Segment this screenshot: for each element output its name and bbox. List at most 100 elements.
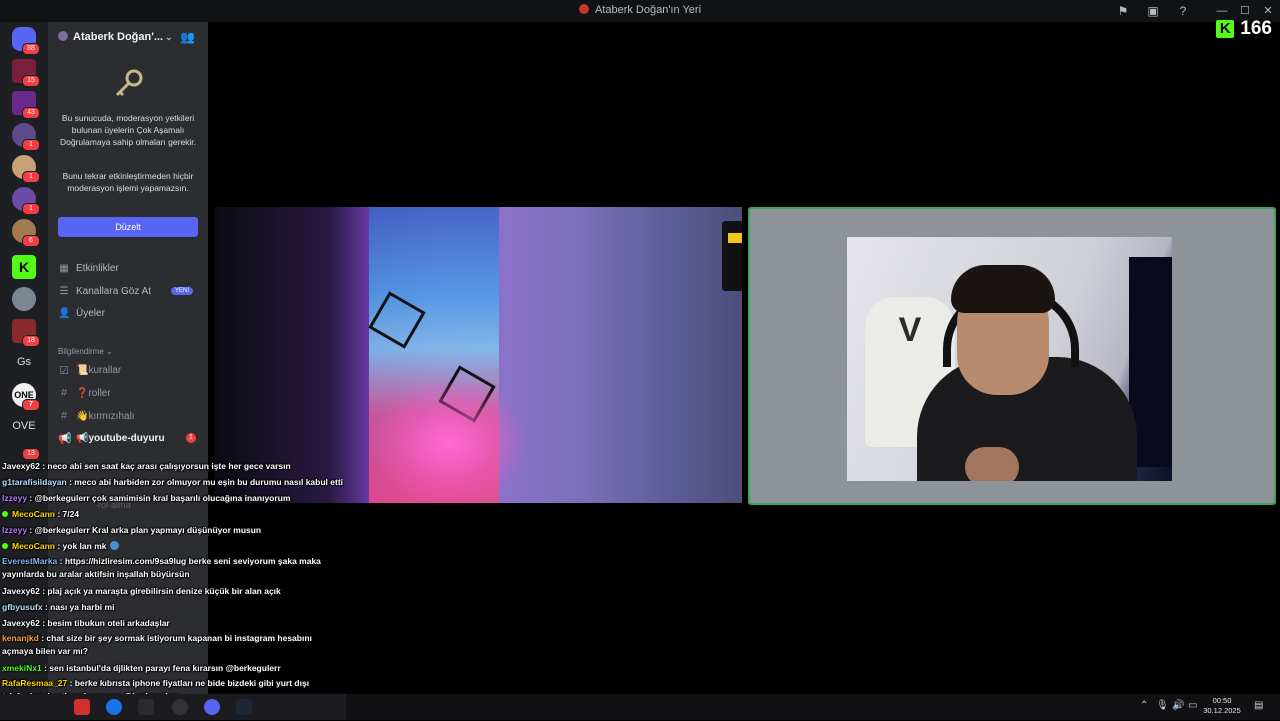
server-icon[interactable]: 1 (12, 187, 40, 215)
server-icon[interactable]: 13 (12, 432, 40, 460)
chat-message: MecoCann : 7/24 (2, 506, 342, 522)
channel-red-carpet[interactable]: # 👋kırmızıhalı (58, 408, 135, 424)
chat-text: : chat size bir şey sormak istiyorum kap… (2, 633, 312, 656)
chat-username[interactable]: RafaResmaa_27 (2, 678, 67, 688)
kick-logo-icon: K (1216, 20, 1235, 38)
nav-label: Etkinlikler (76, 262, 119, 274)
chat-message: EverestMarka : https://hizliresim.com/9s… (2, 555, 342, 581)
clock[interactable]: 00:50 30.12.2025 (1198, 696, 1246, 716)
server-icon[interactable]: 1 (12, 155, 40, 183)
person-hand (965, 447, 1019, 481)
notification-icon[interactable]: ▤ (1254, 700, 1263, 711)
help-icon[interactable]: ? (1176, 4, 1190, 18)
badge: 43 (22, 107, 40, 119)
server-icon[interactable]: 43 (12, 91, 40, 119)
stream-chat-overlay: Javexy62 : neco abi sen saat kaç arası ç… (2, 458, 344, 721)
category-header[interactable]: Bilgilendirme ⌄ (58, 347, 113, 356)
title-bar: Ataberk Doğan'ın Yeri ⚑ ▣ ? — ☐ ✕ (0, 0, 1280, 22)
server-name: Ataberk Doğan'... (73, 31, 164, 43)
volume-icon[interactable]: 🔊 (1172, 700, 1184, 711)
nav-browse-channels[interactable]: ☰ Kanallara Göz At YENİ (58, 283, 194, 299)
chat-username[interactable]: gfbyusufx (2, 602, 43, 612)
app-icon[interactable] (138, 699, 154, 715)
window-title-text: Ataberk Doğan'ın Yeri (594, 4, 702, 16)
chat-username[interactable]: Javexy62 (2, 618, 40, 628)
chat-username[interactable]: kenanjkd (2, 633, 39, 643)
poster (722, 221, 742, 291)
server-icon[interactable]: 18 (12, 319, 40, 347)
server-gs[interactable]: Gs (10, 356, 38, 368)
hash-icon: # (60, 410, 68, 422)
nav-events[interactable]: ▦ Etkinlikler (58, 260, 119, 276)
chat-text: : meco abi harbiden zor olmuyor mu eşin … (66, 477, 344, 487)
mfa-notice: Bu sunucuda, moderasyon yetkileri buluna… (59, 113, 197, 147)
unread-badge: 1 (186, 433, 196, 443)
edit-button[interactable]: Düzelt (58, 217, 198, 237)
server-icon[interactable]: 6 (12, 219, 40, 247)
microphone-icon[interactable]: 🎙 (1156, 700, 1169, 711)
channel-roles[interactable]: # ❓roller (58, 385, 111, 401)
badge: 88 (22, 43, 40, 55)
chat-username[interactable]: g1tarafisildayan (2, 477, 67, 487)
badge-icon (2, 511, 8, 517)
calendar-icon: ▦ (59, 262, 69, 274)
server-logo-icon (578, 4, 589, 14)
chat-message: Izzeyy : @berkegulerr Kral arka plan yap… (2, 522, 342, 538)
channel-rules[interactable]: ☑ 📜kurallar (58, 362, 121, 378)
minimize-button[interactable]: — (1212, 3, 1232, 19)
chat-message: Javexy62 : plaj açık ya maraşta girebili… (2, 583, 342, 599)
channel-youtube-announcements[interactable]: 📢 📢youtube-duyuru (58, 430, 165, 446)
chat-username[interactable]: Javexy62 (2, 586, 40, 596)
chat-message: xmekiNx1 : sen istanbul'da djlikten para… (2, 660, 342, 676)
chat-text: : neco abi sen saat kaç arası çalışıyors… (39, 461, 291, 471)
badge: 1 (22, 203, 40, 215)
nav-members[interactable]: 👤 Üyeler (58, 305, 105, 321)
taskbar: ⌃ 🎙 🔊 ▭ 00:50 30.12.2025 ▤ (0, 694, 1280, 720)
invite-user-icon[interactable]: 👥 (180, 30, 195, 44)
video-tile-camera[interactable]: V (748, 207, 1276, 505)
direct-messages-icon[interactable]: 88 (12, 27, 40, 55)
viewer-count: 166 (1240, 18, 1272, 39)
close-button[interactable]: ✕ (1258, 3, 1278, 19)
chat-text: : @berkegulerr Kral arka plan yapmayı dü… (27, 525, 262, 535)
browser-icon[interactable] (106, 699, 122, 715)
category-label: Bilgilendirme (58, 347, 104, 356)
steam-icon[interactable] (236, 699, 252, 715)
window-title: Ataberk Doğan'ın Yeri (0, 4, 1280, 16)
badge: 7 (22, 399, 40, 411)
inbox-icon[interactable]: ▣ (1146, 4, 1160, 18)
badge: 6 (22, 235, 40, 247)
server-icon[interactable] (12, 287, 36, 311)
chat-message: Izzeyy : @berkegulerr çok samimisin kral… (2, 490, 342, 506)
chat-username[interactable]: xmekiNx1 (2, 663, 42, 673)
server-icon[interactable]: 1 (12, 123, 40, 151)
server-header[interactable]: Ataberk Doğan'... ⌄ (58, 31, 173, 43)
nav-label: Üyeler (76, 307, 105, 319)
rules-icon: ☑ (59, 364, 69, 377)
chat-username[interactable]: MecoCann (12, 541, 55, 551)
chat-username[interactable]: MecoCann (12, 509, 55, 519)
emote-icon (110, 541, 120, 550)
chat-username[interactable]: Izzeyy (2, 525, 27, 535)
chevron-up-icon[interactable]: ⌃ (1140, 700, 1148, 711)
chat-username[interactable]: Izzeyy (2, 493, 27, 503)
kick-server-icon[interactable]: K (12, 255, 36, 279)
mfa-warning: Bunu tekrar etkinleştirmeden hiçbir mode… (62, 171, 194, 193)
server-avatar-icon (58, 31, 68, 41)
chat-username[interactable]: Javexy62 (2, 461, 40, 471)
flag-icon[interactable]: ⚑ (1116, 4, 1130, 18)
server-ove[interactable]: OVE (10, 420, 38, 432)
obs-icon[interactable] (172, 699, 188, 715)
channel-label: 📢youtube-duyuru (76, 432, 165, 444)
chat-text: : plaj açık ya maraşta girebilirsin deni… (39, 586, 281, 596)
network-icon[interactable]: ▭ (1188, 700, 1197, 711)
members-icon: 👤 (58, 307, 71, 319)
maximize-button[interactable]: ☐ (1235, 3, 1255, 19)
discord-icon[interactable] (204, 699, 220, 715)
server-icon[interactable]: 15 (12, 59, 40, 87)
chat-message: g1tarafisildayan : meco abi harbiden zor… (2, 474, 344, 490)
chat-text: : sen istanbul'da djlikten parayı fena k… (41, 663, 281, 673)
chat-username[interactable]: EverestMarka (2, 556, 57, 566)
app-icon[interactable] (74, 699, 90, 715)
server-icon[interactable]: ONE 7 (12, 383, 40, 411)
